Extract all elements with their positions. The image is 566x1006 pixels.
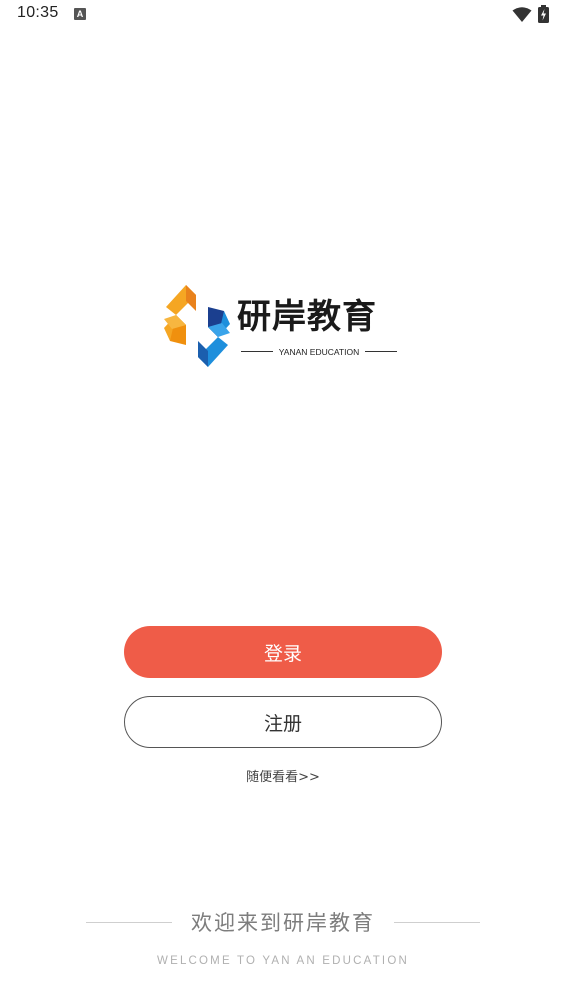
footer-rule-right: [394, 922, 480, 923]
browse-link[interactable]: 随便看看>>: [0, 766, 566, 785]
footer-rule-left: [86, 922, 172, 923]
yanan-logo-mark-icon: [164, 285, 230, 367]
battery-charging-icon: [538, 5, 549, 23]
register-button[interactable]: 注册: [124, 696, 442, 748]
wifi-icon: [512, 7, 532, 22]
footer-welcome-en: WELCOME TO YAN AN EDUCATION: [157, 955, 409, 967]
logo-rule-right: [365, 351, 397, 352]
logo-title: 研岸教育: [237, 297, 377, 337]
status-bar: 10:35 A: [0, 0, 566, 30]
logo-rule-left: [241, 351, 273, 352]
a-icon: A: [74, 8, 86, 20]
login-button[interactable]: 登录: [124, 626, 442, 678]
status-time: 10:35: [17, 4, 59, 21]
logo-subtitle: YANAN EDUCATION: [278, 347, 360, 357]
footer-welcome-row: 欢迎来到研岸教育: [86, 908, 480, 938]
logo-subline: YANAN EDUCATION: [241, 345, 397, 359]
app-logo: 研岸教育 YANAN EDUCATION: [162, 283, 402, 371]
footer-welcome: 欢迎来到研岸教育: [191, 911, 375, 935]
